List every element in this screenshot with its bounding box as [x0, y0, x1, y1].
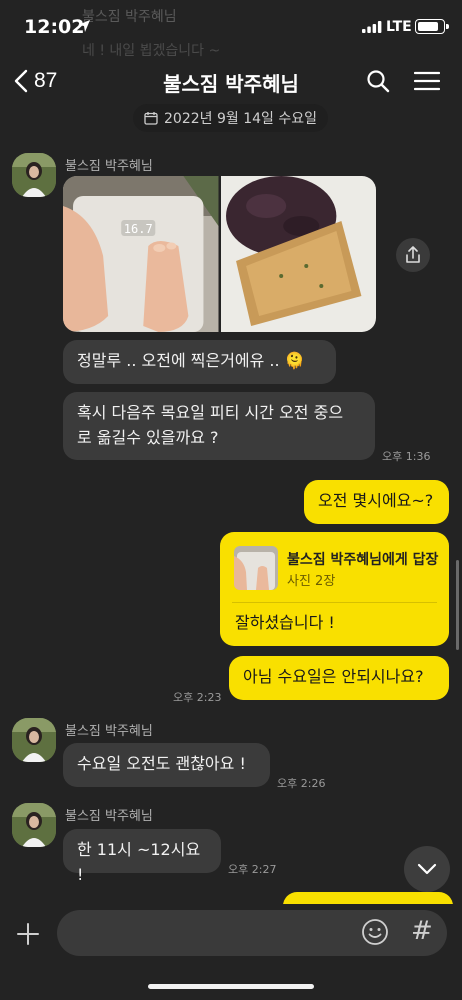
reply-thumbnail	[234, 546, 278, 590]
incoming-message[interactable]: 혹시 다음주 목요일 피티 시간 오전 중으 로 옮길수 있을까요 ?	[63, 392, 375, 460]
signal-icon	[362, 21, 382, 33]
chevron-down-icon	[417, 863, 437, 875]
battery-fill	[418, 22, 438, 31]
avatar[interactable]	[12, 153, 56, 197]
date-label: 2022년 9월 14일 수요일	[164, 111, 317, 127]
chat-header: 87 불스짐 박주혜님	[0, 56, 462, 108]
outgoing-message[interactable]: 오전 몇시에요~?	[304, 480, 449, 524]
scrollbar[interactable]	[456, 560, 459, 650]
sender-name: 불스짐 박주혜님	[65, 159, 153, 174]
network-label: LTE	[386, 19, 412, 35]
status-bar: 불스짐 박주혜님 네 ! 내일 뵙겠습니다 ~ 12:02 LTE	[0, 0, 462, 59]
battery-icon	[415, 19, 449, 34]
incoming-message[interactable]: 한 11시 ~12시요 !	[63, 829, 221, 884]
message-time: 오후 2:27	[228, 863, 277, 876]
search-icon[interactable]	[366, 69, 390, 93]
plus-icon[interactable]	[16, 922, 40, 946]
incoming-message[interactable]: 정말루 .. 오전에 찍은거에유 .. 🫠	[63, 340, 336, 384]
faded-header-text: 불스짐 박주혜님	[82, 9, 177, 25]
avatar[interactable]	[12, 718, 56, 762]
reply-message[interactable]: 불스짐 박주혜님에게 답장 사진 2장 잘하셨습니다 !	[220, 532, 449, 646]
reply-to-label: 불스짐 박주혜님에게 답장	[287, 552, 439, 568]
reply-divider	[232, 602, 437, 603]
hash-icon[interactable]: #	[411, 916, 433, 946]
avatar-image	[12, 153, 56, 197]
photo-attachment[interactable]: 16.7	[63, 176, 376, 332]
sender-name: 불스짐 박주혜님	[65, 724, 153, 739]
message-time: 오후 1:36	[382, 450, 431, 463]
location-arrow-icon	[78, 20, 90, 32]
reply-subtitle: 사진 2장	[287, 574, 336, 589]
photo-scale[interactable]: 16.7	[63, 176, 219, 332]
incoming-message[interactable]: 수요일 오전도 괜찮아요 !	[63, 743, 270, 787]
reply-text: 잘하셨습니다 !	[235, 613, 335, 632]
share-button[interactable]	[396, 238, 430, 272]
menu-icon[interactable]	[414, 71, 440, 91]
message-time: 오후 2:23	[173, 691, 222, 704]
home-indicator	[148, 984, 314, 989]
input-bar: #	[0, 904, 462, 1000]
scale-readout: 16.7	[124, 222, 153, 236]
chat-title: 불스짐 박주혜님	[163, 72, 299, 96]
scroll-to-bottom-button[interactable]	[404, 846, 450, 892]
outgoing-message[interactable]: 아님 수요일은 안되시나요?	[229, 656, 449, 700]
emoji-icon[interactable]	[361, 918, 389, 946]
share-icon	[406, 246, 420, 263]
message-time: 오후 2:26	[277, 777, 326, 790]
sender-name: 불스짐 박주혜님	[65, 809, 153, 824]
calendar-icon	[144, 112, 158, 125]
avatar[interactable]	[12, 803, 56, 847]
date-divider: 2022년 9월 14일 수요일	[133, 104, 328, 132]
photo-meal[interactable]	[220, 176, 376, 332]
